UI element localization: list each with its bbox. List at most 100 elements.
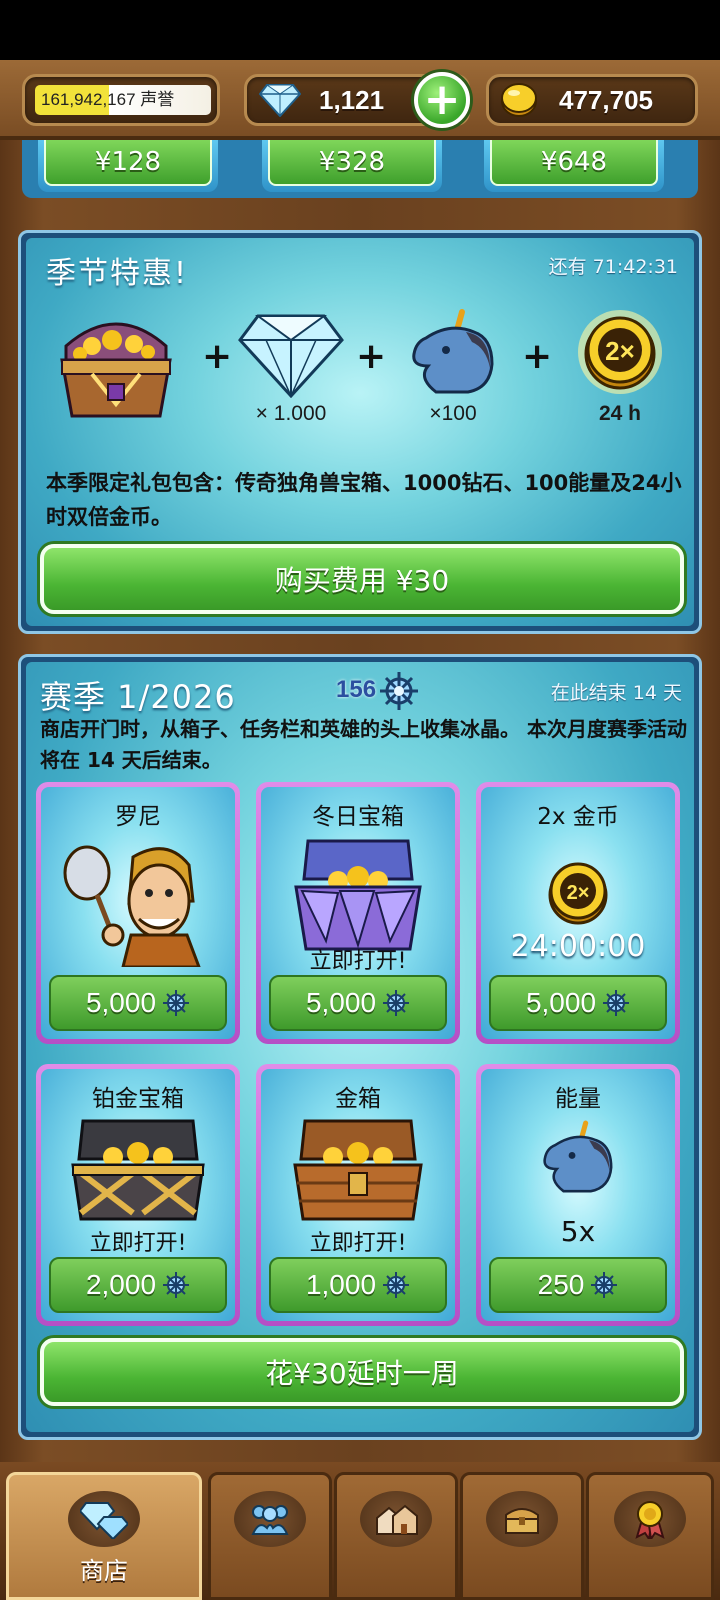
season-ends: 在此结束 14 天 bbox=[550, 682, 682, 704]
hero-ronnie-icon bbox=[63, 845, 201, 967]
gem-pack-tile: ¥328 bbox=[262, 140, 442, 192]
season-panel: 赛季 1/2026 156 在此结束 14 天 商店开门时，从箱子、任务栏和英雄… bbox=[18, 654, 702, 1440]
season-card[interactable]: 冬日宝箱 立即打开! 5,000 bbox=[256, 782, 460, 1044]
gem-pack-price-button[interactable]: ¥128 bbox=[44, 140, 212, 186]
offer-item: × 1.000 bbox=[236, 312, 346, 426]
status-bar bbox=[0, 0, 720, 60]
ice-crystal-icon bbox=[603, 990, 630, 1016]
season-card[interactable]: 铂金宝箱 立即打开! 2,000 bbox=[36, 1064, 240, 1326]
gold-coin-icon bbox=[501, 83, 537, 117]
diamond-icon bbox=[259, 84, 301, 117]
nav-icon-bg bbox=[486, 1491, 558, 1547]
coin-value: 477,705 bbox=[559, 84, 653, 115]
card-price: 2,000 bbox=[85, 1269, 157, 1300]
bottom-nav: 商店 bbox=[0, 1462, 720, 1600]
plus-icon: + bbox=[522, 336, 553, 377]
season-points: 156 bbox=[336, 676, 377, 703]
gem-value: 1,121 bbox=[319, 84, 385, 115]
card-title: 2x 金币 bbox=[537, 804, 619, 830]
nav-tab-achievements[interactable] bbox=[586, 1472, 714, 1600]
card-price: 5,000 bbox=[305, 987, 377, 1018]
coin-badge: 2× bbox=[605, 336, 635, 366]
reputation-value: 161,942,167 声誉 bbox=[35, 85, 211, 115]
nav-tab-chests[interactable] bbox=[460, 1472, 584, 1600]
nav-icon-bg bbox=[234, 1491, 306, 1547]
unicorn-icon bbox=[543, 1120, 613, 1193]
treasure-chest-icon bbox=[60, 322, 172, 418]
card-price-button[interactable]: 1,000 bbox=[269, 1257, 447, 1313]
offer-item-qty: 24 h bbox=[598, 402, 642, 425]
plus-icon: + bbox=[423, 74, 461, 125]
resource-bar: 161,942,167 声誉 1,121 477,705 bbox=[0, 60, 720, 140]
chest-icon bbox=[505, 1508, 539, 1534]
double-coin-icon: 2× bbox=[548, 862, 608, 925]
plus-icon: + bbox=[202, 336, 233, 377]
extend-season-button[interactable]: 花¥30延时一周 bbox=[40, 1338, 684, 1406]
card-art bbox=[41, 831, 235, 967]
offer-timer: 还有 71:42:31 bbox=[548, 256, 678, 278]
offer-item-qty: × 1.000 bbox=[255, 402, 327, 425]
card-price: 5,000 bbox=[525, 987, 597, 1018]
season-title: 赛季 1/2026 bbox=[40, 678, 236, 716]
nav-icon-bg bbox=[614, 1491, 686, 1547]
card-price: 250 bbox=[537, 1269, 585, 1300]
double-coin-icon: 2× bbox=[578, 310, 662, 394]
card-price-button[interactable]: 5,000 bbox=[489, 975, 667, 1031]
diamonds-icon bbox=[80, 1502, 128, 1539]
unicorn-icon bbox=[412, 309, 494, 394]
card-title: 铂金宝箱 bbox=[92, 1086, 184, 1112]
offer-item bbox=[52, 306, 180, 422]
add-gems-button[interactable]: + bbox=[414, 72, 470, 128]
card-title: 罗尼 bbox=[115, 804, 161, 830]
ice-crystal-icon bbox=[163, 990, 190, 1016]
gem-purchase-strip: ¥128 ¥328 ¥648 bbox=[22, 140, 698, 198]
card-price-button[interactable]: 2,000 bbox=[49, 1257, 227, 1313]
offer-item: 2× 24 h bbox=[572, 308, 668, 426]
card-subtitle: 立即打开! bbox=[89, 1231, 187, 1256]
svg-text:2×: 2× bbox=[567, 882, 590, 904]
card-price-button[interactable]: 5,000 bbox=[49, 975, 227, 1031]
coin-counter: 477,705 bbox=[486, 74, 698, 126]
gem-pack-price-button[interactable]: ¥648 bbox=[490, 140, 658, 186]
offer-description: 本季限定礼包包含：传奇独角兽宝箱、1000钻石、100能量及24小时双倍金币。 bbox=[46, 471, 682, 529]
nav-icon-bg bbox=[360, 1491, 432, 1547]
card-title: 能量 bbox=[555, 1086, 601, 1112]
houses-icon bbox=[376, 1504, 418, 1535]
season-card[interactable]: 金箱 立即打开! 1,000 bbox=[256, 1064, 460, 1326]
card-subtitle: 立即打开! bbox=[309, 1231, 407, 1256]
card-title: 金箱 bbox=[335, 1086, 381, 1112]
offer-item: ×100 bbox=[406, 308, 500, 426]
buy-offer-button[interactable]: 购买费用 ¥30 bbox=[40, 544, 684, 614]
winter-chest-icon bbox=[294, 839, 422, 951]
medal-icon bbox=[635, 1501, 665, 1539]
season-card[interactable]: 能量 5x 250 bbox=[476, 1064, 680, 1326]
card-subtitle: 5x bbox=[560, 1215, 596, 1248]
ice-crystal-icon bbox=[163, 1272, 190, 1298]
season-card[interactable]: 罗尼 5,000 bbox=[36, 782, 240, 1044]
platinum-chest-icon bbox=[71, 1119, 205, 1221]
nav-tab-buildings[interactable] bbox=[334, 1472, 458, 1600]
gem-pack-tile: ¥648 bbox=[484, 140, 664, 192]
season-description: 商店开门时，从箱子、任务栏和英雄的头上收集冰晶。 本次月度赛季活动将在 14 天… bbox=[40, 717, 687, 772]
card-price: 5,000 bbox=[85, 987, 157, 1018]
ice-crystal-icon bbox=[383, 1272, 410, 1298]
offer-title: 季节特惠! bbox=[46, 256, 189, 291]
card-art bbox=[41, 1113, 235, 1223]
offer-item-qty: ×100 bbox=[429, 402, 477, 425]
card-subtitle: 立即打开! bbox=[309, 949, 407, 974]
card-art bbox=[261, 831, 455, 961]
card-price-button[interactable]: 250 bbox=[489, 1257, 667, 1313]
nav-tab-heroes[interactable] bbox=[208, 1472, 332, 1600]
card-timer: 24:00:00 bbox=[510, 929, 646, 964]
ice-crystal-icon bbox=[591, 1272, 618, 1298]
gem-pack-price-button[interactable]: ¥328 bbox=[268, 140, 436, 186]
nav-tab-shop[interactable]: 商店 bbox=[6, 1472, 202, 1600]
ice-crystal-icon bbox=[383, 990, 410, 1016]
card-price: 1,000 bbox=[305, 1269, 377, 1300]
nav-label-shop: 商店 bbox=[80, 1557, 128, 1585]
nav-icon-bg bbox=[68, 1491, 140, 1547]
card-art bbox=[481, 1113, 675, 1203]
season-card[interactable]: 2x 金币 2× 24:00:00 5,000 bbox=[476, 782, 680, 1044]
card-price-button[interactable]: 5,000 bbox=[269, 975, 447, 1031]
people-icon bbox=[251, 1505, 289, 1535]
